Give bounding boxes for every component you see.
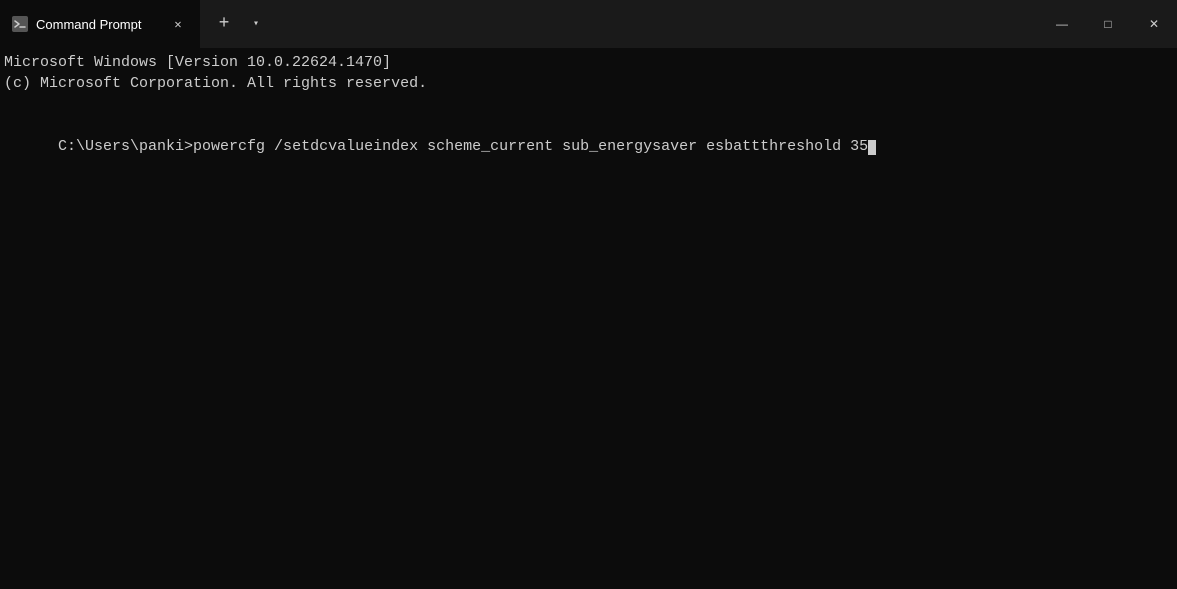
terminal-icon xyxy=(12,16,28,32)
close-button[interactable]: ✕ xyxy=(1131,0,1177,48)
window-controls: — □ ✕ xyxy=(1039,0,1177,48)
minimize-button[interactable]: — xyxy=(1039,0,1085,48)
tab-dropdown-button[interactable]: ▾ xyxy=(244,8,268,40)
terminal-line-2: (c) Microsoft Corporation. All rights re… xyxy=(4,73,1173,94)
terminal-line-3 xyxy=(4,94,1173,115)
terminal-body[interactable]: Microsoft Windows [Version 10.0.22624.14… xyxy=(0,48,1177,589)
tab-title-label: Command Prompt xyxy=(36,17,160,32)
titlebar-actions: + ▾ xyxy=(200,8,276,40)
active-tab[interactable]: Command Prompt ✕ xyxy=(0,0,200,48)
terminal-command: powercfg /setdcvalueindex scheme_current… xyxy=(193,138,868,155)
terminal-window: Command Prompt ✕ + ▾ — □ ✕ xyxy=(0,0,1177,589)
terminal-prompt: C:\Users\panki> xyxy=(58,138,193,155)
tab-close-button[interactable]: ✕ xyxy=(168,14,188,34)
terminal-line-1: Microsoft Windows [Version 10.0.22624.14… xyxy=(4,52,1173,73)
maximize-button[interactable]: □ xyxy=(1085,0,1131,48)
titlebar: Command Prompt ✕ + ▾ — □ ✕ xyxy=(0,0,1177,48)
new-tab-button[interactable]: + xyxy=(208,8,240,40)
terminal-cursor xyxy=(868,140,876,155)
terminal-command-line: C:\Users\panki>powercfg /setdcvalueindex… xyxy=(4,115,1173,178)
